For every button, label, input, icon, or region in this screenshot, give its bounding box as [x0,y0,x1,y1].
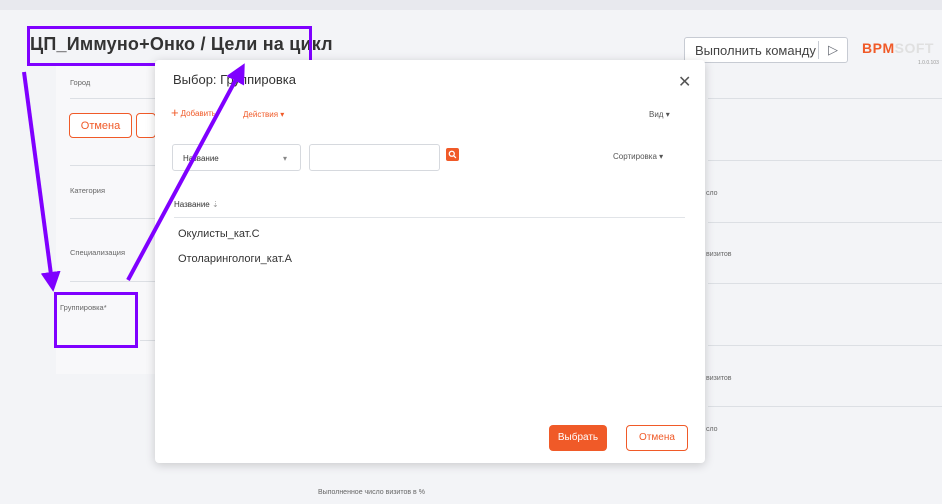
annotation-arrow-down [22,71,61,292]
annotation-arrows [22,63,245,292]
annotation-arrow-up [126,63,245,281]
